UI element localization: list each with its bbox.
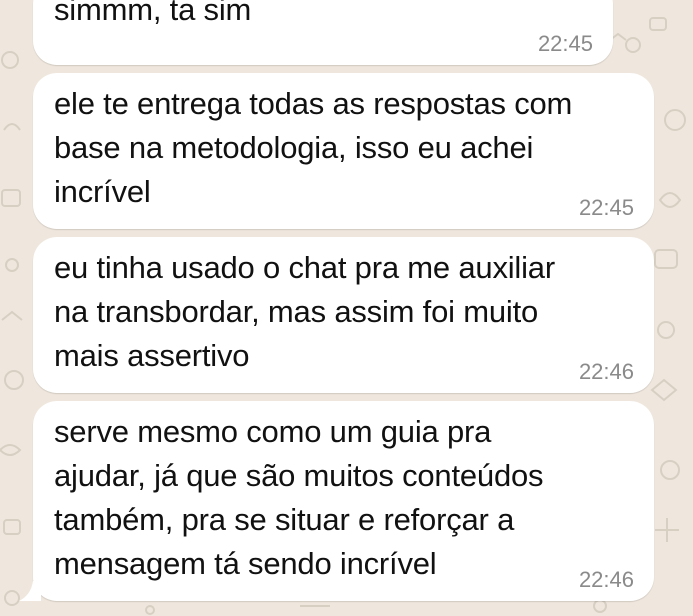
message-text: simmm, ta sim (54, 0, 252, 27)
message-bubble[interactable]: eu tinha usado o chat pra me auxiliar na… (33, 237, 654, 393)
chat-messages: simmm, ta sim 22:45 ele te entrega todas… (0, 0, 693, 616)
message-timestamp: 22:45 (578, 195, 634, 220)
message-text: serve mesmo como um guia pra ajudar, já … (54, 414, 544, 581)
message-text: ele te entrega todas as respostas com ba… (54, 86, 573, 209)
message-bubble[interactable]: simmm, ta sim 22:45 (33, 0, 613, 65)
bubble-tail-icon (19, 581, 41, 601)
message-timestamp: 22:46 (578, 567, 634, 592)
message-timestamp: 22:46 (578, 359, 634, 384)
message-bubble[interactable]: ele te entrega todas as respostas com ba… (33, 73, 654, 229)
message-timestamp: 22:45 (537, 31, 593, 56)
message-bubble[interactable]: serve mesmo como um guia pra ajudar, já … (19, 401, 654, 601)
message-text: eu tinha usado o chat pra me auxiliar na… (54, 250, 555, 373)
